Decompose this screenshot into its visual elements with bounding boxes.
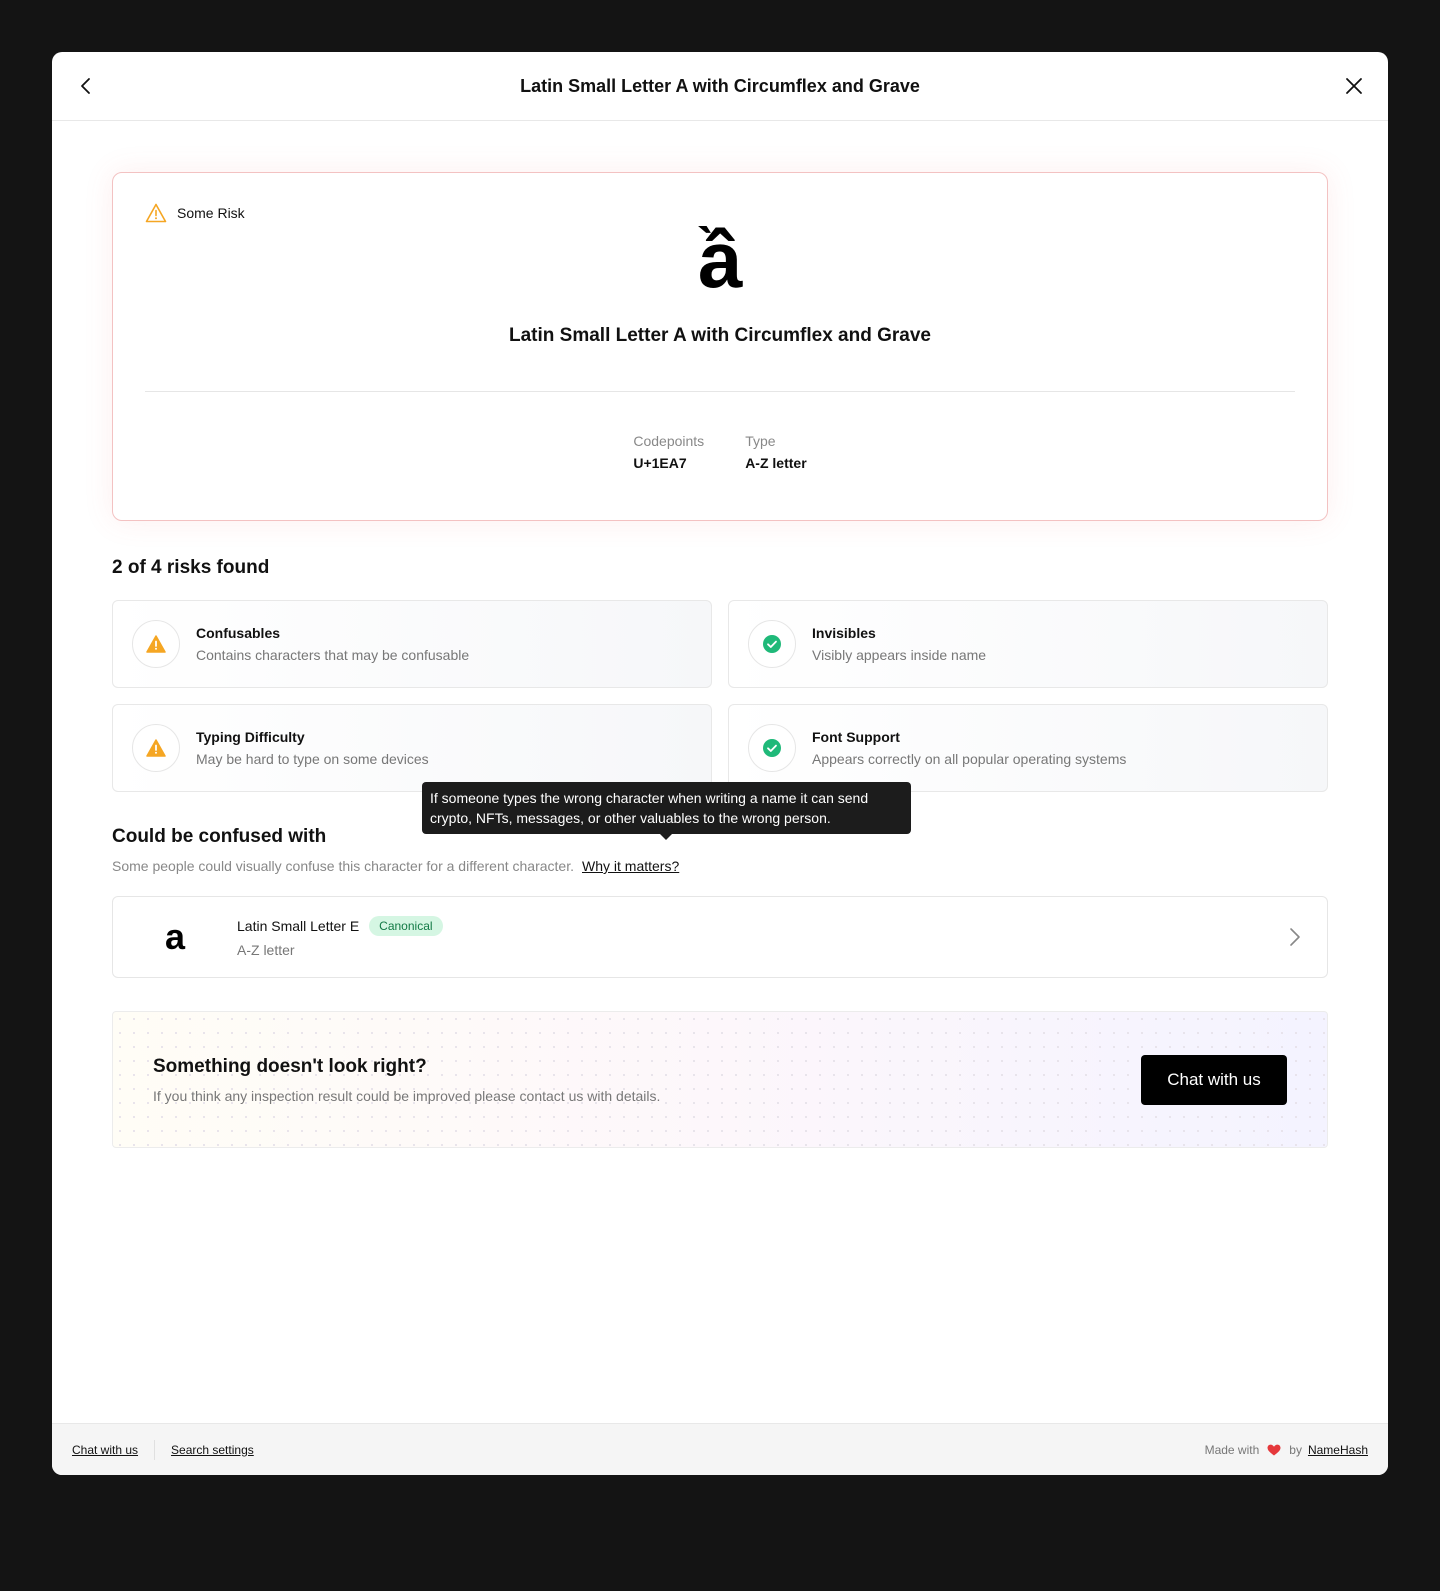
type-block: Type A-Z letter bbox=[745, 433, 806, 471]
confusable-type: A-Z letter bbox=[237, 942, 295, 958]
character-glyph: ầ bbox=[697, 215, 743, 304]
why-it-matters-link[interactable]: Why it matters? bbox=[582, 858, 679, 874]
back-button[interactable] bbox=[69, 69, 103, 103]
codepoints-value: U+1EA7 bbox=[633, 455, 687, 471]
why-it-matters-tooltip: If someone types the wrong character whe… bbox=[422, 782, 911, 840]
divider bbox=[145, 391, 1295, 392]
canonical-badge: Canonical bbox=[369, 916, 443, 936]
warning-icon bbox=[132, 620, 180, 668]
risk-desc: Appears correctly on all popular operati… bbox=[812, 751, 1127, 767]
feedback-title: Something doesn't look right? bbox=[153, 1056, 427, 1077]
modal-content: Some Risk ầ Latin Small Letter A with Ci… bbox=[112, 172, 1328, 1148]
risk-item-font-support: Font Support Appears correctly on all po… bbox=[728, 704, 1328, 792]
close-button[interactable] bbox=[1337, 69, 1371, 103]
close-icon bbox=[1346, 78, 1362, 94]
risk-name: Typing Difficulty bbox=[196, 729, 305, 745]
made-with-label: Made with bbox=[1204, 1442, 1260, 1457]
confusables-section: If someone types the wrong character whe… bbox=[112, 782, 1328, 978]
chat-with-us-button[interactable]: Chat with us bbox=[1141, 1055, 1287, 1105]
check-circle-icon bbox=[748, 620, 796, 668]
codepoints-label: Codepoints bbox=[633, 433, 705, 449]
risk-name: Font Support bbox=[812, 729, 900, 745]
risk-item-invisibles: Invisibles Visibly appears inside name bbox=[728, 600, 1328, 688]
warning-icon bbox=[132, 724, 180, 772]
modal-title: Latin Small Letter A with Circumflex and… bbox=[520, 75, 920, 96]
confusable-item[interactable]: a Latin Small Letter E Canonical A-Z let… bbox=[112, 896, 1328, 978]
made-with-credit: Made with by NameHash bbox=[1205, 1443, 1368, 1457]
footer: Chat with us Search settings Made with b… bbox=[52, 1423, 1388, 1475]
footer-divider bbox=[154, 1439, 156, 1460]
risk-item-typing-difficulty: Typing Difficulty May be hard to type on… bbox=[112, 704, 712, 792]
confused-subtitle: Some people could visually confuse this … bbox=[112, 858, 574, 874]
modal-header: Latin Small Letter A with Circumflex and… bbox=[52, 52, 1388, 121]
heart-icon bbox=[1267, 1444, 1281, 1455]
risk-name: Confusables bbox=[196, 625, 281, 641]
namehash-link[interactable]: NameHash bbox=[1308, 1443, 1368, 1457]
footer-chat-link[interactable]: Chat with us bbox=[72, 1443, 138, 1457]
codepoints-block: Codepoints U+1EA7 bbox=[633, 433, 704, 471]
feedback-subtitle: If you think any inspection result could… bbox=[153, 1088, 661, 1104]
confusable-name-row: Latin Small Letter E Canonical bbox=[237, 916, 443, 936]
feedback-banner: Something doesn't look right? If you thi… bbox=[112, 1011, 1328, 1148]
chevron-left-icon bbox=[81, 78, 90, 94]
by-label: by bbox=[1289, 1442, 1302, 1457]
check-circle-icon bbox=[748, 724, 796, 772]
confusable-glyph: a bbox=[164, 916, 186, 957]
confusable-info: Latin Small Letter E Canonical A-Z lette… bbox=[237, 916, 443, 958]
risk-name: Invisibles bbox=[812, 625, 876, 641]
risk-desc: Visibly appears inside name bbox=[812, 647, 987, 663]
confused-subtitle-row: Some people could visually confuse this … bbox=[112, 858, 1328, 874]
risk-desc: May be hard to type on some devices bbox=[196, 751, 429, 767]
character-meta: Codepoints U+1EA7 Type A-Z letter bbox=[113, 433, 1327, 471]
confusable-name: Latin Small Letter E bbox=[237, 918, 360, 934]
chevron-right-icon bbox=[1290, 928, 1300, 946]
risk-desc: Contains characters that may be confusab… bbox=[196, 647, 470, 663]
character-name: Latin Small Letter A with Circumflex and… bbox=[509, 325, 931, 346]
character-card: Some Risk ầ Latin Small Letter A with Ci… bbox=[112, 172, 1328, 521]
risks-title: 2 of 4 risks found bbox=[112, 557, 270, 578]
search-settings-link[interactable]: Search settings bbox=[171, 1443, 254, 1457]
risk-grid: Confusables Contains characters that may… bbox=[112, 600, 1328, 792]
type-value: A-Z letter bbox=[745, 455, 807, 471]
inspector-modal: Latin Small Letter A with Circumflex and… bbox=[52, 52, 1388, 1475]
type-label: Type bbox=[745, 433, 776, 449]
risk-item-confusables: Confusables Contains characters that may… bbox=[112, 600, 712, 688]
